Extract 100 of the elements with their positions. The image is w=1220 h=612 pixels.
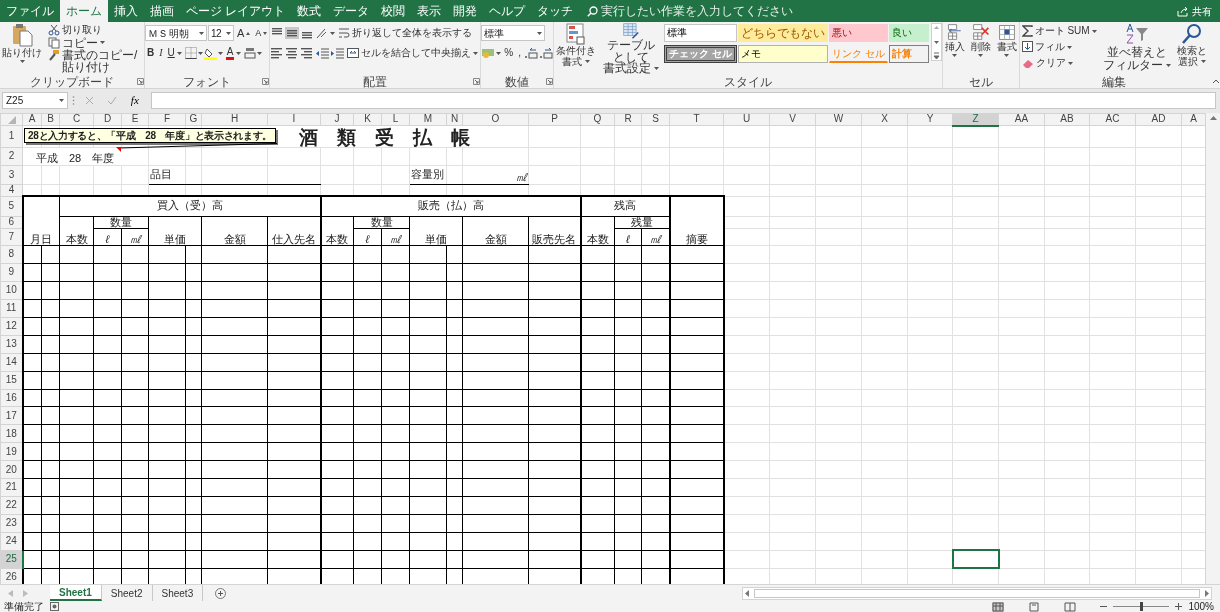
ribbon-tab[interactable]: 描画 <box>144 0 180 22</box>
paste-button[interactable]: 貼り付け <box>0 23 44 75</box>
sheet-tab[interactable]: Sheet1 <box>50 585 102 601</box>
row-header[interactable]: 5 <box>0 196 23 216</box>
grow-font-button[interactable]: A <box>235 25 253 41</box>
ribbon-tab[interactable]: ヘルプ <box>483 0 532 22</box>
ribbon-tab[interactable]: ホーム <box>60 0 108 22</box>
merge-center-button[interactable]: セルを結合して中央揃え <box>345 45 481 61</box>
insert-function-button[interactable]: fx <box>128 92 141 109</box>
align-center-icon[interactable] <box>285 47 300 59</box>
scroll-left-icon[interactable] <box>745 589 749 597</box>
column-header[interactable]: AA <box>998 113 1045 126</box>
scroll-right-icon[interactable] <box>1205 589 1209 597</box>
cell-style-option[interactable]: どちらでもない <box>737 24 828 42</box>
column-header[interactable]: H <box>201 113 268 126</box>
column-header[interactable]: Y <box>907 113 953 126</box>
cell-style-option[interactable]: 標準 <box>664 24 737 42</box>
delete-cells-button[interactable]: 削除 <box>968 23 993 75</box>
underline-button[interactable]: U <box>165 45 184 61</box>
copy-button[interactable]: コピー <box>46 36 144 49</box>
sort-filter-button[interactable]: 並べ替えと フィルター <box>1100 23 1173 75</box>
zoom-in-icon[interactable] <box>1175 603 1183 610</box>
formula-input[interactable] <box>151 92 1216 109</box>
add-sheet-icon[interactable] <box>215 587 227 599</box>
column-header[interactable]: P <box>528 113 581 126</box>
column-header[interactable]: A <box>1181 113 1205 126</box>
font-size-dropdown[interactable]: 12 <box>208 25 234 41</box>
cut-button[interactable]: 切り取り <box>46 23 144 36</box>
wrap-text-button[interactable]: 折り返して全体を表示する <box>336 25 475 41</box>
page-break-view-icon[interactable] <box>1064 601 1077 612</box>
fill-color-icon[interactable] <box>203 46 217 60</box>
name-box[interactable]: Z25 <box>2 92 68 109</box>
ribbon-tab[interactable]: 開発 <box>447 0 484 22</box>
vertical-scrollbar[interactable] <box>1205 113 1220 584</box>
column-header[interactable]: I <box>267 113 321 126</box>
ribbon-tab[interactable]: ファイル <box>0 0 60 22</box>
autosum-button[interactable]: オート SUM <box>1019 23 1099 39</box>
bold-button[interactable]: B <box>145 45 157 61</box>
column-header[interactable]: A <box>22 113 42 126</box>
column-header[interactable]: M <box>409 113 447 126</box>
column-header[interactable]: J <box>320 113 354 126</box>
active-cell[interactable] <box>952 550 999 569</box>
align-left-icon[interactable] <box>270 47 285 59</box>
column-header[interactable]: T <box>669 113 724 126</box>
search-field[interactable]: 実行したい作業を入力してください <box>601 2 817 20</box>
fill-button[interactable]: フィル <box>1019 39 1099 55</box>
align-right-icon[interactable] <box>300 47 315 59</box>
increase-decimal-icon[interactable] <box>524 47 539 59</box>
normal-view-icon[interactable] <box>992 601 1005 612</box>
ribbon-tab[interactable]: 挿入 <box>108 0 144 22</box>
column-header[interactable]: AD <box>1135 113 1182 126</box>
decrease-indent-icon[interactable] <box>315 47 330 59</box>
italic-button[interactable]: I <box>157 45 165 61</box>
column-header[interactable]: Z <box>952 113 999 126</box>
zoom-level[interactable]: 100% <box>1188 601 1214 612</box>
column-header[interactable]: L <box>381 113 410 126</box>
column-header[interactable]: U <box>723 113 770 126</box>
ribbon-tab[interactable]: タッチ <box>531 0 580 22</box>
page-layout-view-icon[interactable] <box>1028 601 1041 612</box>
clear-button[interactable]: クリア <box>1019 55 1099 71</box>
comma-button[interactable]: , <box>516 45 524 61</box>
ribbon-tab[interactable]: 表示 <box>411 0 448 22</box>
dialog-launcher-icon[interactable] <box>546 78 554 85</box>
number-format-dropdown[interactable]: 標準 <box>481 25 546 41</box>
percent-button[interactable]: % <box>502 45 516 61</box>
font-name-dropdown[interactable]: ＭＳ 明朝 <box>145 25 207 41</box>
format-painter-button[interactable]: 書式のコピー/貼り付け <box>46 49 144 74</box>
column-header[interactable]: K <box>353 113 382 126</box>
zoom-slider-thumb[interactable] <box>1139 602 1143 611</box>
column-header[interactable]: AC <box>1089 113 1136 126</box>
gallery-more-icon[interactable] <box>931 52 941 60</box>
horizontal-scrollbar[interactable] <box>742 586 1212 600</box>
conditional-format-button[interactable]: 条件付き 書式 <box>554 23 599 75</box>
ribbon-tab[interactable]: ページ レイアウト <box>180 0 292 22</box>
decrease-decimal-icon[interactable] <box>539 47 554 59</box>
scroll-up-icon[interactable] <box>1209 116 1217 120</box>
column-header[interactable]: D <box>93 113 122 126</box>
align-middle-icon[interactable] <box>285 27 300 39</box>
gallery-down-icon[interactable] <box>931 38 941 46</box>
shrink-font-button[interactable]: A <box>253 25 270 41</box>
phonetic-guide-icon[interactable] <box>244 47 257 59</box>
borders-icon[interactable] <box>184 47 197 59</box>
format-cells-button[interactable]: 書式 <box>994 23 1019 75</box>
cell-style-option[interactable]: 良い <box>888 24 929 42</box>
column-header[interactable]: X <box>861 113 908 126</box>
insert-cells-button[interactable]: 挿入 <box>942 23 967 75</box>
share-button[interactable]: 共有 <box>1169 0 1220 22</box>
column-header[interactable]: V <box>769 113 816 126</box>
column-header[interactable]: O <box>462 113 529 126</box>
gallery-up-icon[interactable] <box>931 24 941 32</box>
row-header[interactable]: 1 <box>0 125 23 148</box>
column-header[interactable]: C <box>59 113 94 126</box>
column-header[interactable]: S <box>641 113 670 126</box>
cell-style-option[interactable]: 悪い <box>828 24 888 42</box>
ribbon-tab[interactable]: 数式 <box>291 0 328 22</box>
ribbon-tab[interactable]: データ <box>327 0 376 22</box>
column-header[interactable]: AB <box>1044 113 1090 126</box>
column-header[interactable]: F <box>148 113 186 126</box>
column-header[interactable]: W <box>815 113 862 126</box>
collapse-ribbon-icon[interactable] <box>1211 79 1220 84</box>
